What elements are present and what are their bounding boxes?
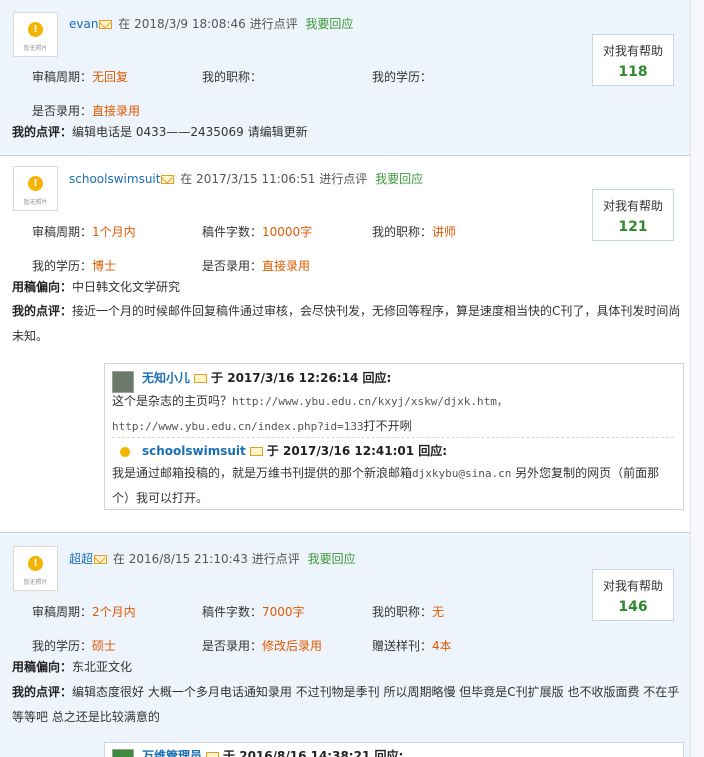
page-scrollbar[interactable]	[690, 0, 704, 757]
review-datetime: 2016/8/15 21:10:43	[128, 552, 248, 566]
review-comment: 我的点评：编辑电话是 0433——2435069 请编辑更新	[12, 125, 308, 139]
reply-text: 这个是杂志的主页吗？http://www.ybu.edu.cn/kxyj/xsk…	[112, 394, 508, 433]
field-review-cycle: 审稿周期：无回复	[32, 70, 129, 84]
review-comment: 我的点评：接近一个月的时候邮件回复稿件通过审核，会尽快刊发，无修回等程序，算是速…	[12, 304, 681, 343]
field-education: 我的学历：博士	[32, 259, 117, 273]
field-title: 我的职称：讲师	[372, 225, 457, 239]
review-header: schoolswimsuit 在 2017/3/15 11:06:51 进行点评…	[69, 172, 424, 186]
mail-icon[interactable]	[194, 374, 208, 383]
field-accepted: 是否录用：修改后录用	[202, 639, 323, 653]
field-accepted: 是否录用：直接录用	[32, 104, 141, 118]
reply-header: schoolswimsuit 于 2017/3/16 12:41:01 回应:	[142, 444, 448, 458]
reply-header: 无知小儿于 2017/3/16 12:26:14 回应:	[142, 371, 392, 385]
helpful-count: 118	[618, 64, 648, 80]
avatar-caption: 暂无照片	[23, 45, 48, 52]
reply-text: 我是通过邮箱投稿的，就是万维书刊提供的那个新浪邮箱djxkybu@sina.cn…	[112, 466, 660, 505]
reviewer-name-link[interactable]: 超超	[69, 552, 93, 566]
avatar-placeholder-icon: !	[28, 176, 43, 191]
review-datetime: 2017/3/15 11:06:51	[196, 172, 316, 186]
avatar[interactable]: ! 暂无照片	[13, 166, 58, 211]
review-bias: 用稿偏向：中日韩文化文学研究	[12, 280, 181, 294]
field-word-count: 稿件字数：10000字	[202, 225, 313, 239]
reply-author-link[interactable]: 无知小儿	[142, 371, 190, 385]
helpful-button[interactable]: 对我有帮助 121	[592, 189, 674, 241]
field-review-cycle: 审稿周期：1个月内	[32, 225, 136, 239]
mail-icon[interactable]	[99, 20, 113, 29]
helpful-count: 146	[618, 599, 648, 615]
avatar-caption: 暂无照片	[23, 199, 48, 206]
avatar[interactable]: ! 暂无照片	[13, 546, 58, 591]
mail-icon[interactable]	[94, 555, 108, 564]
field-education: 我的学历：	[372, 70, 433, 84]
helpful-button[interactable]: 对我有帮助 118	[592, 34, 674, 86]
mail-icon[interactable]	[206, 752, 220, 757]
avatar-placeholder-icon: !	[28, 22, 43, 37]
review-header: evan 在 2018/3/9 18:08:46 进行点评 我要回应	[69, 17, 354, 31]
avatar[interactable]: ! 暂无照片	[13, 12, 58, 57]
reply-datetime: 2016/8/16 14:38:21	[239, 749, 371, 757]
field-title: 我的职称：无	[372, 605, 445, 619]
helpful-count: 121	[618, 219, 648, 235]
field-education: 我的学历：硕士	[32, 639, 117, 653]
reviewer-name-link[interactable]: evan	[69, 17, 98, 31]
reply-link[interactable]: 我要回应	[308, 552, 356, 566]
reply-header: 万维管理员于 2016/8/16 14:38:21 回应:	[142, 747, 403, 757]
field-accepted: 是否录用：直接录用	[202, 259, 311, 273]
reply-author-link[interactable]: 万维管理员	[142, 749, 202, 757]
field-review-cycle: 审稿周期：2个月内	[32, 605, 136, 619]
reply-link[interactable]: 我要回应	[305, 17, 353, 31]
reply-link[interactable]: 我要回应	[375, 172, 423, 186]
avatar-caption: 暂无照片	[23, 579, 48, 586]
reply-datetime: 2017/3/16 12:26:14	[227, 371, 359, 385]
helpful-button[interactable]: 对我有帮助 146	[592, 569, 674, 621]
field-word-count: 稿件字数：7000字	[202, 605, 305, 619]
mail-icon[interactable]	[249, 447, 263, 456]
review-comment: 我的点评：编辑态度很好 大概一个多月电话通知录用 不过刊物是季刊 所以周期略慢 …	[12, 685, 680, 724]
field-sample-copies: 赠送样刊：4本	[372, 639, 452, 653]
field-title: 我的职称：	[202, 70, 263, 84]
reply-author-link[interactable]: schoolswimsuit	[142, 444, 246, 458]
review-bias: 用稿偏向：东北亚文化	[12, 660, 133, 674]
reply-avatar[interactable]	[116, 444, 134, 462]
review-header: 超超 在 2016/8/15 21:10:43 进行点评 我要回应	[69, 552, 356, 566]
reply-datetime: 2017/3/16 12:41:01	[282, 444, 415, 458]
url-link[interactable]: http://www.ybu.edu.cn/index.php?id=133	[112, 420, 364, 433]
reply-avatar[interactable]	[112, 749, 134, 757]
email-link[interactable]: djxkybu@sina.cn	[412, 467, 511, 480]
avatar-placeholder-icon: !	[28, 556, 43, 571]
review-datetime: 2018/3/9 18:08:46	[134, 17, 246, 31]
mail-icon[interactable]	[161, 175, 175, 184]
url-link[interactable]: http://www.ybu.edu.cn/kxyj/xskw/djxk.htm…	[232, 395, 508, 408]
reviewer-name-link[interactable]: schoolswimsuit	[69, 172, 160, 186]
